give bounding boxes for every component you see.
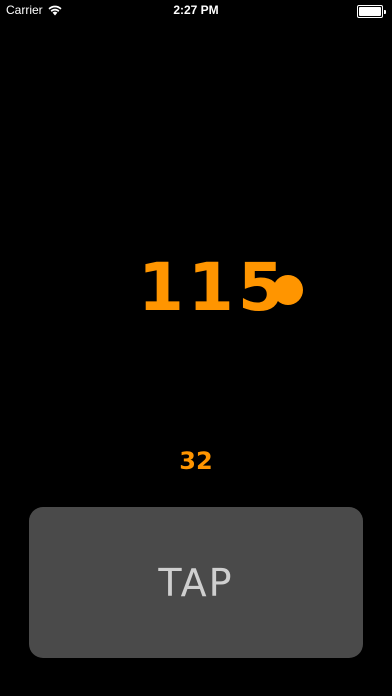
tap-count: 32 (179, 447, 213, 475)
app-screen: Carrier 2:27 PM 115 32 TAP (0, 0, 392, 696)
beat-dot-icon (273, 275, 303, 305)
battery-icon (357, 5, 386, 18)
tap-button-label: TAP (158, 560, 234, 605)
status-bar: Carrier 2:27 PM (0, 0, 392, 20)
battery-fill (359, 7, 381, 16)
tempo-display: 115 (0, 248, 392, 328)
battery-tip (384, 9, 386, 14)
battery-body (357, 5, 383, 18)
tap-button[interactable]: TAP (29, 507, 363, 658)
status-time: 2:27 PM (173, 3, 219, 17)
tempo-value: 115 (138, 249, 288, 326)
